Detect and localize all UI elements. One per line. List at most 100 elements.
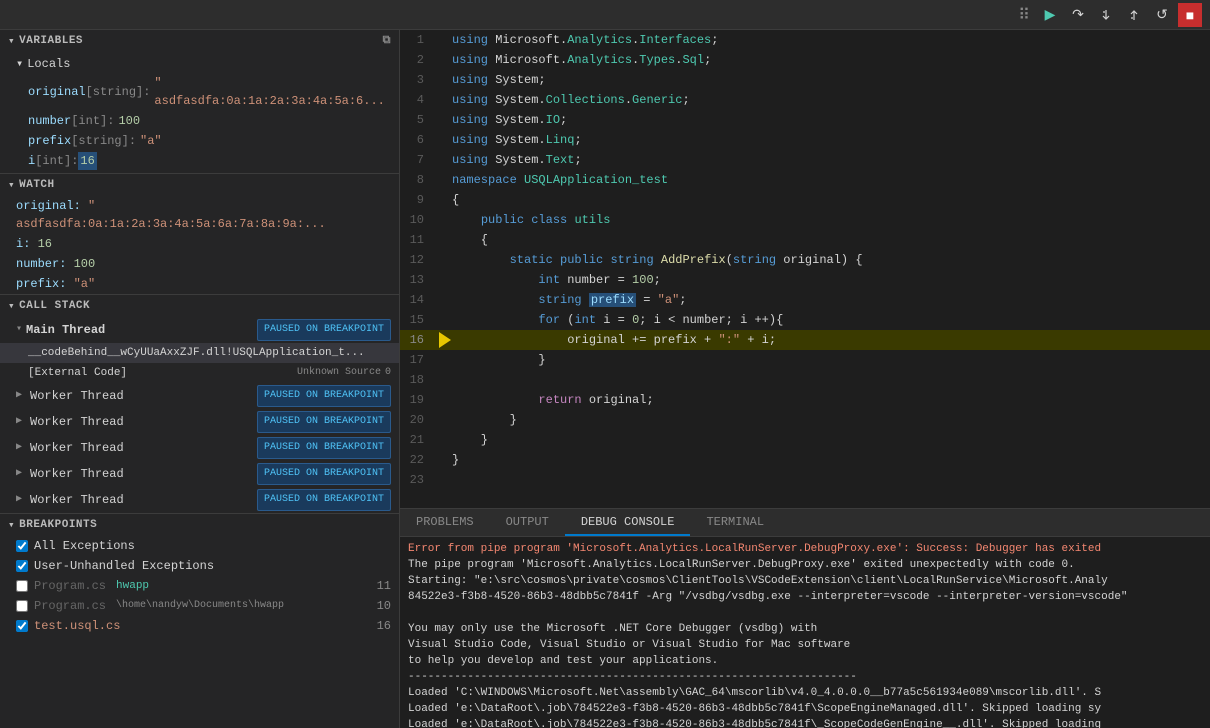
bp-program-cs-2-label: Program.cs bbox=[34, 597, 106, 615]
var-prefix: prefix [string]: "a" bbox=[0, 131, 399, 151]
console-line-8: to help you develop and test your applic… bbox=[408, 653, 1202, 669]
bp-program-cs-1: Program.cs hwapp 11 bbox=[0, 576, 399, 596]
callstack-header[interactable]: ▾ CALL STACK bbox=[0, 295, 399, 317]
code-line-20: 20 } bbox=[400, 410, 1210, 430]
bp-program-cs-2-line: 10 bbox=[377, 597, 391, 615]
bp-all-exceptions-checkbox[interactable] bbox=[16, 540, 28, 552]
step-over-button[interactable]: ↷ bbox=[1066, 3, 1090, 27]
step-into-button[interactable] bbox=[1094, 3, 1118, 27]
stack-frame-1[interactable]: __codeBehind__wCyUUaAxxZJF.dll!USQLAppli… bbox=[0, 343, 399, 363]
breakpoints-expand-icon: ▾ bbox=[8, 518, 15, 532]
step-out-button[interactable] bbox=[1122, 3, 1146, 27]
bp-user-unhandled: User-Unhandled Exceptions bbox=[0, 556, 399, 576]
bp-program-cs-2: Program.cs \home\nandyw\Documents\hwapp … bbox=[0, 596, 399, 616]
worker-thread-4[interactable]: ▶ Worker Thread PAUSED ON BREAKPOINT bbox=[0, 461, 399, 487]
console-line-2: The pipe program 'Microsoft.Analytics.Lo… bbox=[408, 557, 1202, 573]
left-panel: ▾ VARIABLES ⧉ ▾ Locals original [string]… bbox=[0, 30, 400, 728]
main-thread-header[interactable]: ▾ Main Thread PAUSED ON BREAKPOINT bbox=[0, 317, 399, 343]
variables-copy-icon[interactable]: ⧉ bbox=[383, 35, 391, 47]
console-line-1: Error from pipe program 'Microsoft.Analy… bbox=[408, 541, 1202, 557]
code-line-19: 19 return original; bbox=[400, 390, 1210, 410]
bottom-tab-bar: PROBLEMS OUTPUT DEBUG CONSOLE TERMINAL bbox=[400, 509, 1210, 537]
bottom-panel: PROBLEMS OUTPUT DEBUG CONSOLE TERMINAL E… bbox=[400, 508, 1210, 728]
tab-terminal[interactable]: TERMINAL bbox=[690, 509, 780, 536]
breakpoints-header[interactable]: ▾ BREAKPOINTS bbox=[0, 514, 399, 536]
worker-3-name: Worker Thread bbox=[30, 439, 124, 457]
debug-console-content: Error from pipe program 'Microsoft.Analy… bbox=[400, 537, 1210, 728]
bp-user-unhandled-label: User-Unhandled Exceptions bbox=[34, 557, 214, 575]
bp-test-usql-label: test.usql.cs bbox=[34, 617, 120, 635]
bp-program-cs-1-checkbox[interactable] bbox=[16, 580, 28, 592]
stack-frame-external[interactable]: [External Code] Unknown Source 0 bbox=[0, 363, 399, 383]
code-line-3: 3 using System; bbox=[400, 70, 1210, 90]
bp-user-unhandled-checkbox[interactable] bbox=[16, 560, 28, 572]
worker-3-status: PAUSED ON BREAKPOINT bbox=[257, 437, 391, 459]
worker-2-expand-icon: ▶ bbox=[16, 413, 22, 431]
code-line-2: 2 using Microsoft.Analytics.Types.Sql; bbox=[400, 50, 1210, 70]
tab-problems[interactable]: PROBLEMS bbox=[400, 509, 490, 536]
bp-test-usql-checkbox[interactable] bbox=[16, 620, 28, 632]
code-line-23: 23 bbox=[400, 470, 1210, 490]
code-line-6: 6 using System.Linq; bbox=[400, 130, 1210, 150]
worker-thread-2[interactable]: ▶ Worker Thread PAUSED ON BREAKPOINT bbox=[0, 409, 399, 435]
bp-program-cs-2-path: \home\nandyw\Documents\hwapp bbox=[116, 597, 284, 615]
tab-output[interactable]: OUTPUT bbox=[490, 509, 565, 536]
breakpoints-title: BREAKPOINTS bbox=[19, 519, 97, 531]
breakpoints-section: ▾ BREAKPOINTS All Exceptions User-Unhand… bbox=[0, 514, 399, 728]
code-line-13: 13 int number = 100; bbox=[400, 270, 1210, 290]
code-line-21: 21 } bbox=[400, 430, 1210, 450]
code-line-7: 7 using System.Text; bbox=[400, 150, 1210, 170]
tab-debug-console[interactable]: DEBUG CONSOLE bbox=[565, 509, 691, 536]
toolbar-dots-icon: ⠿ bbox=[1018, 5, 1030, 25]
callstack-title: CALL STACK bbox=[19, 300, 90, 312]
code-editor[interactable]: 1 using Microsoft.Analytics.Interfaces; … bbox=[400, 30, 1210, 508]
bp-all-exceptions: All Exceptions bbox=[0, 536, 399, 556]
watch-header[interactable]: ▾ WATCH bbox=[0, 174, 399, 196]
stack-frame-1-name: __codeBehind__wCyUUaAxxZJF.dll!USQLAppli… bbox=[28, 347, 365, 359]
code-line-12: 12 static public string AddPrefix(string… bbox=[400, 250, 1210, 270]
callstack-expand-icon: ▾ bbox=[8, 299, 15, 313]
worker-4-name: Worker Thread bbox=[30, 465, 124, 483]
callstack-section: ▾ CALL STACK ▾ Main Thread PAUSED ON BRE… bbox=[0, 295, 399, 514]
watch-number: number: 100 bbox=[0, 254, 399, 274]
worker-2-status: PAUSED ON BREAKPOINT bbox=[257, 411, 391, 433]
bp-test-usql: test.usql.cs 16 bbox=[0, 616, 399, 636]
worker-5-name: Worker Thread bbox=[30, 491, 124, 509]
debug-toolbar: ⠿ ▶ ↷ ↺ ■ bbox=[0, 0, 1210, 30]
stop-button[interactable]: ■ bbox=[1178, 3, 1202, 27]
code-line-22: 22 } bbox=[400, 450, 1210, 470]
console-line-3: Starting: "e:\src\cosmos\private\cosmos\… bbox=[408, 573, 1202, 589]
watch-section: ▾ WATCH original: " asdfasdfa:0a:1a:2a:3… bbox=[0, 174, 399, 295]
editor-area: 1 using Microsoft.Analytics.Interfaces; … bbox=[400, 30, 1210, 728]
var-original: original [string]: " asdfasdfa:0a:1a:2a:… bbox=[0, 73, 399, 111]
bp-program-cs-2-checkbox[interactable] bbox=[16, 600, 28, 612]
worker-5-expand-icon: ▶ bbox=[16, 491, 22, 509]
bp-program-cs-1-line: 11 bbox=[377, 577, 391, 595]
variables-title: VARIABLES bbox=[19, 35, 83, 47]
locals-expand-icon: ▾ bbox=[16, 56, 23, 71]
locals-group[interactable]: ▾ Locals bbox=[0, 54, 399, 73]
external-code-label: [External Code] bbox=[28, 367, 127, 379]
main-thread-status: PAUSED ON BREAKPOINT bbox=[257, 319, 391, 341]
worker-1-expand-icon: ▶ bbox=[16, 387, 22, 405]
watch-expand-icon: ▾ bbox=[8, 178, 15, 192]
code-line-4: 4 using System.Collections.Generic; bbox=[400, 90, 1210, 110]
console-line-7: Visual Studio Code, Visual Studio or Vis… bbox=[408, 637, 1202, 653]
restart-button[interactable]: ↺ bbox=[1150, 3, 1174, 27]
worker-1-status: PAUSED ON BREAKPOINT bbox=[257, 385, 391, 407]
bp-all-exceptions-label: All Exceptions bbox=[34, 537, 135, 555]
worker-thread-5[interactable]: ▶ Worker Thread PAUSED ON BREAKPOINT bbox=[0, 487, 399, 513]
console-line-11: Loaded 'e:\DataRoot\.job\784522e3-f3b8-4… bbox=[408, 701, 1202, 717]
continue-button[interactable]: ▶ bbox=[1038, 3, 1062, 27]
main-thread-name: Main Thread bbox=[26, 321, 105, 339]
console-line-12: Loaded 'e:\DataRoot\.job\784522e3-f3b8-4… bbox=[408, 717, 1202, 728]
code-line-9: 9 { bbox=[400, 190, 1210, 210]
worker-thread-3[interactable]: ▶ Worker Thread PAUSED ON BREAKPOINT bbox=[0, 435, 399, 461]
worker-thread-1[interactable]: ▶ Worker Thread PAUSED ON BREAKPOINT bbox=[0, 383, 399, 409]
console-line-4: 84522e3-f3b8-4520-86b3-48dbb5c7841f -Arg… bbox=[408, 589, 1202, 605]
watch-i: i: 16 bbox=[0, 234, 399, 254]
variables-header[interactable]: ▾ VARIABLES ⧉ bbox=[0, 30, 399, 52]
stack-frame-line: 0 bbox=[385, 364, 391, 382]
bp-program-cs-1-label: Program.cs bbox=[34, 577, 106, 595]
worker-5-status: PAUSED ON BREAKPOINT bbox=[257, 489, 391, 511]
